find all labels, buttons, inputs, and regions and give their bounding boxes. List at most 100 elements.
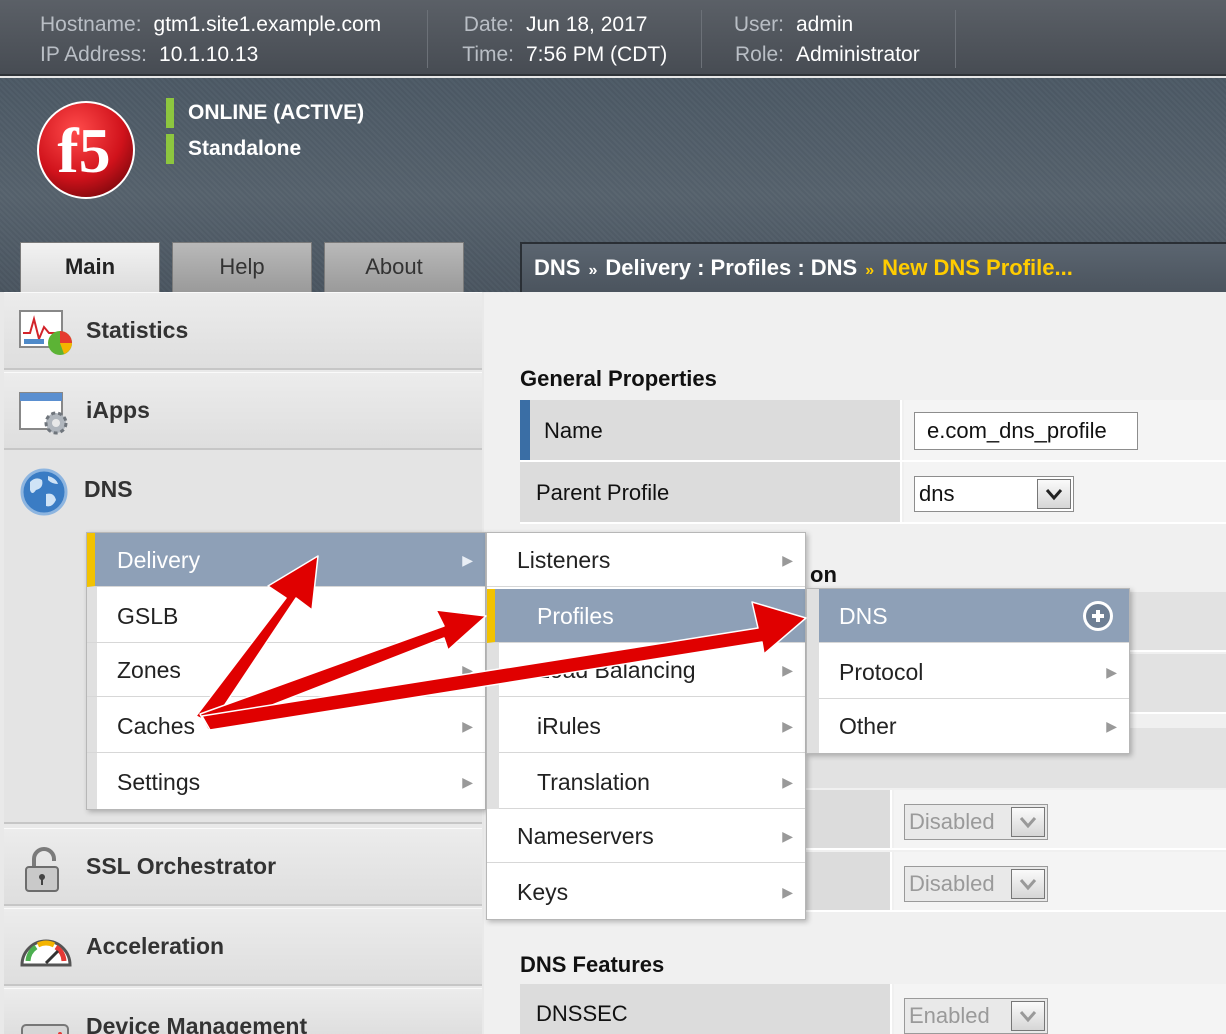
breadcrumb-dns[interactable]: DNS <box>534 255 580 280</box>
dnssec-row: DNSSEC Enabled <box>520 984 1226 1034</box>
chevron-right-icon: ▶ <box>462 552 473 568</box>
parent-profile-value-cell: dns <box>904 462 1226 522</box>
tab-about[interactable]: About <box>324 242 464 292</box>
breadcrumb-separator: » <box>588 262 598 279</box>
profiles-submenu: DNS Protocol ▶ Other ▶ <box>806 588 1130 754</box>
row-value-cell: Disabled <box>894 790 1226 848</box>
chevron-right-icon: ▶ <box>462 662 473 678</box>
row-value-cell: Disabled <box>894 852 1226 910</box>
menu-label: Listeners <box>517 547 611 573</box>
delivery-submenu: Listeners ▶ Profiles ▶ Load Balancing ▶ iRu… <box>486 532 806 920</box>
chevron-down-icon <box>1037 479 1071 509</box>
menu-item-gslb[interactable]: GSLB ▶ <box>87 589 485 643</box>
statistics-chart-icon <box>19 310 72 355</box>
menu-item-zones[interactable]: Zones ▶ <box>87 643 485 697</box>
globe-icon <box>20 468 68 516</box>
sidebar-label-acceleration: Acceleration <box>86 933 225 959</box>
menu-item-listeners[interactable]: Listeners ▶ <box>487 533 805 587</box>
disabled-value-1: Disabled <box>909 809 995 834</box>
chevron-right-icon: ▶ <box>1106 718 1117 734</box>
time-label: Time: <box>462 43 514 66</box>
menu-item-translation[interactable]: Translation ▶ <box>487 755 805 809</box>
plus-circle-icon[interactable] <box>1081 599 1115 633</box>
dns-submenu: Delivery ▶ GSLB ▶ Zones ▶ Caches ▶ Settings ▶ <box>86 532 486 810</box>
role-label: Role: <box>734 43 784 66</box>
name-label: Name <box>520 400 902 460</box>
chevron-right-icon: ▶ <box>1106 664 1117 680</box>
date-value: Jun 18, 2017 <box>526 13 648 36</box>
menu-item-other[interactable]: Other ▶ <box>807 699 1129 753</box>
menu-item-load-balancing[interactable]: Load Balancing ▶ <box>487 643 805 697</box>
menu-strip <box>807 589 819 753</box>
chevron-right-icon: ▶ <box>462 718 473 734</box>
disabled-select-1[interactable]: Disabled <box>904 804 1048 840</box>
disabled-select-2[interactable]: Disabled <box>904 866 1048 902</box>
menu-item-protocol[interactable]: Protocol ▶ <box>807 645 1129 699</box>
parent-profile-label: Parent Profile <box>520 462 902 522</box>
sidebar-label-iapps: iApps <box>86 397 150 423</box>
dns-features-title: DNS Features <box>520 952 665 977</box>
menu-item-caches[interactable]: Caches ▶ <box>87 699 485 753</box>
sidebar-item-ssl-orchestrator[interactable]: SSL Orchestrator <box>4 828 482 906</box>
chevron-down-icon <box>1011 869 1045 899</box>
name-value-cell: e.com_dns_profile <box>904 400 1226 460</box>
sidebar-item-acceleration[interactable]: Acceleration <box>4 908 482 986</box>
chevron-right-icon: ▶ <box>782 774 793 790</box>
chevron-right-icon: ▶ <box>462 774 473 790</box>
datetime-info: Date: Jun 18, 2017 Time: 7:56 PM (CDT) <box>460 10 702 68</box>
menu-item-keys[interactable]: Keys ▶ <box>487 865 805 919</box>
sidebar-label-ssl-orchestrator: SSL Orchestrator <box>86 853 277 879</box>
dnssec-select[interactable]: Enabled <box>904 998 1048 1034</box>
partial-section-title: on <box>810 562 837 587</box>
sidebar-label-device-management: Device Management <box>86 1013 308 1034</box>
system-info-bar: Hostname: gtm1.site1.example.com IP Addre… <box>0 0 1226 76</box>
speedometer-icon <box>20 939 72 967</box>
menu-label: Profiles <box>537 603 614 629</box>
sidebar-item-device-management[interactable]: Device Management <box>4 988 482 1034</box>
tab-help[interactable]: Help <box>172 242 312 292</box>
menu-label: Protocol <box>839 659 924 685</box>
chevron-right-icon: ▶ <box>462 608 473 624</box>
padlock-icon <box>25 847 59 892</box>
menu-item-settings[interactable]: Settings ▶ <box>87 755 485 809</box>
dnssec-value-cell: Enabled <box>894 984 1226 1034</box>
time-value: 7:56 PM (CDT) <box>526 43 668 66</box>
menu-label: iRules <box>537 713 601 739</box>
iapps-window-gear-icon <box>19 392 68 435</box>
status-mode: Standalone <box>166 134 301 164</box>
disabled-value-2: Disabled <box>909 871 995 896</box>
sidebar-item-statistics[interactable]: Statistics <box>4 292 482 370</box>
menu-label: GSLB <box>117 603 179 629</box>
host-info: Hostname: gtm1.site1.example.com IP Addre… <box>40 10 428 68</box>
menu-label: Delivery <box>117 547 201 573</box>
sidebar-item-iapps[interactable]: iApps <box>4 372 482 450</box>
chevron-right-icon: ▶ <box>782 662 793 678</box>
user-label: User: <box>733 13 784 36</box>
role-value: Administrator <box>796 43 920 66</box>
menu-item-dns[interactable]: DNS <box>807 589 1129 643</box>
f5-logo: f5 <box>37 101 135 199</box>
breadcrumb-profiles[interactable]: Delivery : Profiles : DNS <box>605 255 857 280</box>
name-row: Name e.com_dns_profile <box>520 400 1226 462</box>
chevron-down-icon <box>1011 1001 1045 1031</box>
name-input[interactable]: e.com_dns_profile <box>914 412 1138 450</box>
sidebar-label-statistics: Statistics <box>86 317 189 343</box>
chevron-right-icon: ▶ <box>782 552 793 568</box>
chevron-right-icon: ▶ <box>782 884 793 900</box>
banner: f5 ONLINE (ACTIVE) Standalone Main Help … <box>0 78 1226 292</box>
chevron-right-icon: ▶ <box>782 828 793 844</box>
menu-item-delivery[interactable]: Delivery ▶ <box>87 533 485 587</box>
menu-label: Settings <box>117 769 201 795</box>
menu-item-profiles[interactable]: Profiles ▶ <box>487 589 805 643</box>
date-label: Date: <box>463 13 514 36</box>
sidebar-label-dns: DNS <box>84 476 133 502</box>
menu-item-nameservers[interactable]: Nameservers ▶ <box>487 809 805 863</box>
menu-item-irules[interactable]: iRules ▶ <box>487 699 805 753</box>
menu-label: Caches <box>117 713 195 739</box>
parent-profile-select[interactable]: dns <box>914 476 1074 512</box>
menu-label: Nameservers <box>517 823 654 849</box>
chevron-right-icon: ▶ <box>782 718 793 734</box>
menu-label: Load Balancing <box>537 657 696 683</box>
hostname-label: Hostname: <box>40 13 142 36</box>
tab-main[interactable]: Main <box>20 242 160 292</box>
